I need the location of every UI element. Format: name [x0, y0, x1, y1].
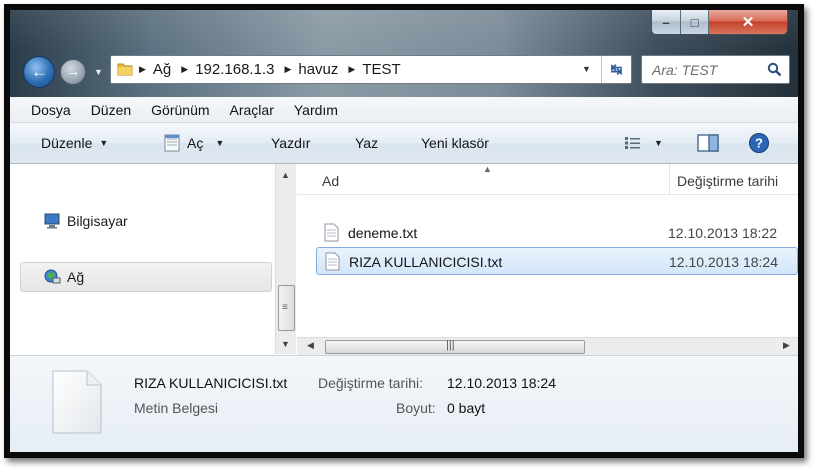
text-file-icon [325, 252, 340, 271]
new-folder-label: Yeni klasör [421, 135, 489, 151]
preview-pane-icon [697, 134, 719, 152]
print-button[interactable]: Yazdır [271, 123, 310, 163]
network-icon [44, 269, 61, 284]
close-icon: ✕ [741, 13, 755, 31]
scroll-grip-icon: ≡ [282, 302, 288, 313]
print-label: Yazdır [271, 135, 311, 151]
selected-file-type: Metin Belgesi [134, 400, 219, 416]
forward-button[interactable]: → [60, 59, 86, 85]
details-pane: RIZA KULLANICICISI.txt Metin Belgesi Değ… [10, 355, 798, 452]
modified-label: Değiştirme tarihi: [318, 375, 424, 391]
svg-text:?: ? [755, 136, 763, 151]
close-button[interactable]: ✕ [709, 10, 787, 34]
chevron-down-icon: ▼ [99, 138, 109, 148]
chevron-down-icon: ▼ [654, 138, 663, 148]
burn-label: Yaz [355, 135, 379, 151]
selected-file-name: RIZA KULLANICICISI.txt [134, 375, 288, 391]
burn-button[interactable]: Yaz [355, 123, 378, 163]
title-bar: – □ ✕ ← → ▼ ▶ Ağ ▶ 192.168.1.3 ▶ havuz ▶… [10, 10, 798, 97]
explorer-window: – □ ✕ ← → ▼ ▶ Ağ ▶ 192.168.1.3 ▶ havuz ▶… [10, 10, 798, 452]
organize-button[interactable]: Düzenle ▼ [41, 123, 108, 163]
address-bar[interactable]: ▶ Ağ ▶ 192.168.1.3 ▶ havuz ▶ TEST ▼ ↹ [110, 55, 632, 84]
file-list-horizontal-scrollbar[interactable]: ◀ ||| ▶ [297, 337, 798, 356]
navigation-scrollbar[interactable]: ▲ ≡ ▼ [275, 164, 296, 354]
file-name: deneme.txt [348, 225, 418, 241]
open-button[interactable]: Aç ▼ [161, 123, 224, 163]
view-list-icon [625, 137, 640, 149]
organize-label: Düzenle [41, 135, 93, 151]
column-header-name[interactable]: Ad [322, 173, 339, 189]
scroll-down-arrow-icon[interactable]: ▼ [281, 339, 290, 349]
scroll-thumb[interactable]: ≡ [278, 285, 295, 331]
text-file-icon [324, 223, 339, 242]
nav-item-label: Bilgisayar [67, 213, 128, 229]
column-header-row: ▲ Ad Değiştirme tarihi [297, 164, 798, 195]
search-icon[interactable] [767, 62, 782, 77]
refresh-button[interactable]: ↹ [601, 56, 631, 83]
file-name: RIZA KULLANICICISI.txt [349, 254, 503, 270]
help-icon: ? [749, 133, 769, 153]
breadcrumb-item[interactable]: TEST [362, 61, 400, 78]
column-divider[interactable] [669, 164, 670, 194]
scroll-right-arrow-icon[interactable]: ▶ [783, 340, 790, 351]
sort-ascending-icon: ▲ [483, 164, 492, 174]
forward-arrow-icon: → [66, 63, 80, 79]
breadcrumb-separator-icon: ▶ [348, 64, 356, 74]
back-arrow-icon: ← [31, 62, 48, 81]
preview-pane-button[interactable] [697, 123, 719, 163]
help-button[interactable]: ? [748, 123, 770, 163]
breadcrumb-item[interactable]: Ağ [153, 61, 171, 78]
nav-item-network[interactable]: Ağ [20, 262, 272, 292]
file-modified: 12.10.2013 18:24 [669, 254, 778, 270]
nav-item-computer[interactable]: Bilgisayar [20, 206, 272, 236]
menu-file[interactable]: Dosya [31, 102, 71, 118]
breadcrumb-separator-icon: ▶ [181, 64, 189, 74]
folder-icon [117, 63, 133, 76]
size-value: 0 bayt [447, 400, 486, 416]
menu-help[interactable]: Yardım [294, 102, 338, 118]
scroll-grip-icon: ||| [446, 339, 455, 351]
menu-view[interactable]: Görünüm [151, 102, 209, 118]
column-header-date[interactable]: Değiştirme tarihi [677, 173, 778, 189]
open-label: Aç [187, 135, 204, 151]
minimize-icon: – [662, 14, 670, 30]
back-button[interactable]: ← [23, 56, 55, 88]
breadcrumb-separator-icon: ▶ [284, 64, 292, 74]
menu-bar: Dosya Düzen Görünüm Araçlar Yardım [10, 97, 798, 123]
minimize-button[interactable]: – [652, 10, 681, 34]
chevron-down-icon: ▼ [215, 138, 225, 148]
search-input[interactable]: Ara: TEST [641, 55, 790, 84]
file-row-selected[interactable]: RIZA KULLANICICISI.txt 12.10.2013 18:24 [316, 247, 798, 275]
modified-value: 12.10.2013 18:24 [447, 375, 556, 391]
navigation-pane: Bilgisayar Ağ [10, 164, 276, 354]
new-folder-button[interactable]: Yeni klasör [421, 123, 489, 163]
refresh-icon: ↹ [610, 61, 623, 77]
command-bar: Düzenle ▼ Aç ▼ Yazdır Yaz Yeni klasör ▼ … [10, 123, 798, 164]
scroll-up-arrow-icon[interactable]: ▲ [281, 170, 290, 180]
breadcrumb-item[interactable]: havuz [298, 61, 338, 78]
menu-edit[interactable]: Düzen [91, 102, 131, 118]
maximize-button[interactable]: □ [681, 10, 709, 34]
file-modified: 12.10.2013 18:22 [668, 225, 777, 241]
recent-pages-chevron-icon[interactable]: ▼ [94, 67, 103, 77]
maximize-icon: □ [690, 14, 699, 30]
notepad-icon [164, 134, 180, 152]
address-dropdown-chevron-icon[interactable]: ▼ [582, 64, 591, 74]
size-label: Boyut: [396, 400, 436, 416]
file-list: ▲ Ad Değiştirme tarihi deneme.txt 12.10.… [297, 164, 798, 338]
menu-tools[interactable]: Araçlar [230, 102, 274, 118]
scroll-thumb[interactable]: ||| [325, 339, 585, 354]
breadcrumb-item[interactable]: 192.168.1.3 [195, 61, 274, 78]
nav-item-label: Ağ [67, 269, 85, 285]
breadcrumb-separator-icon: ▶ [139, 64, 146, 74]
scroll-left-arrow-icon[interactable]: ◀ [307, 340, 314, 351]
file-row[interactable]: deneme.txt 12.10.2013 18:22 [316, 219, 798, 247]
text-document-icon [52, 370, 102, 434]
computer-icon [44, 213, 60, 229]
caption-buttons: – □ ✕ [651, 10, 788, 35]
breadcrumb: ▶ Ağ ▶ 192.168.1.3 ▶ havuz ▶ TEST [139, 56, 411, 83]
screenshot-frame: – □ ✕ ← → ▼ ▶ Ağ ▶ 192.168.1.3 ▶ havuz ▶… [0, 0, 816, 468]
search-placeholder: Ara: TEST [652, 62, 718, 78]
change-view-button[interactable]: ▼ [624, 123, 663, 163]
